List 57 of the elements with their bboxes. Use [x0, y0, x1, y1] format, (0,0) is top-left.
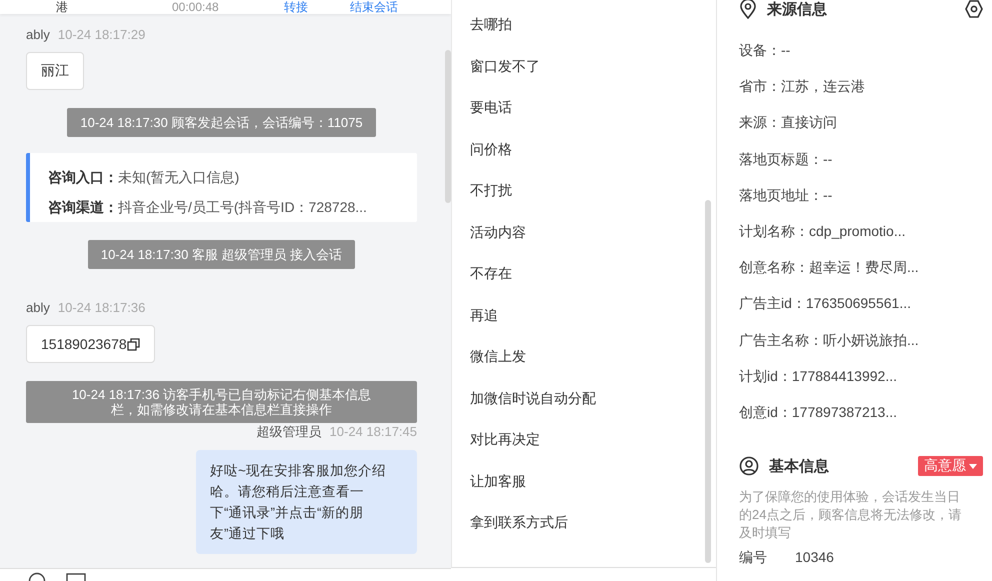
settings-icon[interactable]: [964, 0, 984, 19]
sender-name: 超级管理员: [256, 424, 322, 439]
copy-icon: [126, 338, 140, 350]
quick-reply-item[interactable]: 问价格: [452, 128, 716, 170]
user-icon: [739, 456, 759, 476]
info-field: 广告主名称：听小妍说旅拍...: [739, 322, 970, 358]
entry-label: 咨询渠道：: [48, 199, 118, 215]
system-message: 10-24 18:17:30 顾客发起会话，会话编号：11075: [67, 108, 376, 137]
field-value: 10346: [795, 548, 834, 566]
entry-value: 抖音企业号/员工号(抖音号ID：728728...: [118, 199, 367, 215]
section-title: 基本信息: [769, 456, 830, 476]
quick-reply-item[interactable]: 让加客服: [452, 460, 716, 502]
field-label: 编号: [739, 548, 767, 566]
message-time: 10-24 18:17:29: [58, 27, 146, 42]
quick-reply-item[interactable]: 去哪拍: [452, 4, 716, 46]
call-duration: 00:00:48: [172, 0, 220, 14]
quick-reply-item[interactable]: 拿到联系方式后: [452, 502, 716, 544]
info-field: 落地页地址：--: [739, 176, 970, 213]
quick-reply-item[interactable]: 要电话: [452, 87, 716, 128]
info-field: 计划名称：cdp_promotio...: [739, 212, 970, 250]
scrollbar[interactable]: [705, 200, 711, 563]
info-field: 创意id：177897387213...: [739, 394, 970, 430]
message-bubble: 丽江: [26, 52, 84, 90]
info-field: 计划id：177884413992...: [739, 358, 970, 394]
quick-reply-item[interactable]: 加微信时说自动分配: [452, 378, 716, 419]
quick-reply-item[interactable]: 不打扰: [452, 170, 716, 212]
notice-text: 为了保障您的使用体验，会话发生当日的24点之后，顾客信息将无法修改，请及时填写: [739, 488, 962, 542]
info-field: 落地页标题：--: [739, 140, 970, 177]
system-message: 10-24 18:17:36 访客手机号已自动标记右侧基本信息栏，如需修改请在基本信息栏直接操作: [26, 381, 417, 423]
intent-dropdown[interactable]: 高意愿: [918, 456, 983, 476]
scrollbar[interactable]: [445, 50, 451, 203]
quick-reply-item[interactable]: 不存在: [452, 253, 716, 294]
location-pin-icon: [739, 0, 757, 19]
sender-name: ably: [26, 300, 50, 315]
entry-label: 咨询入口：: [48, 169, 118, 185]
section-title: 来源信息: [767, 0, 828, 18]
message-bubble: 15189023678: [26, 325, 155, 363]
info-field: 广告主id：176350695561...: [739, 285, 970, 322]
info-field: 设备：--: [739, 32, 970, 68]
caret-icon: [969, 464, 977, 469]
quick-reply-item[interactable]: 活动内容: [452, 212, 716, 253]
message-bubble: 好哒~现在安排客服加您介绍哈。请您稍后注意查看一下“通讯录”并点击“新的朋友”通过下哦: [196, 450, 417, 554]
quick-reply-item[interactable]: 窗口发不了: [452, 46, 716, 87]
info-field: 来源：直接访问: [739, 104, 970, 141]
quick-reply-item[interactable]: 微信上发: [452, 336, 716, 378]
quick-reply-item[interactable]: 再追: [452, 294, 716, 336]
action-link[interactable]: 结束会话: [350, 0, 398, 14]
message-time: 10-24 18:17:45: [330, 424, 417, 439]
system-message: 10-24 18:17:30 客服 超级管理员 接入会话: [88, 240, 356, 269]
action-link[interactable]: 转接: [284, 0, 308, 14]
info-field: 省市：江苏，连云港: [739, 68, 970, 104]
quick-reply-item[interactable]: 对比再决定: [452, 419, 716, 460]
message-time: 10-24 18:17:36: [58, 300, 146, 315]
info-field: 创意名称：超幸运！费尽周...: [739, 249, 970, 286]
sender-name: ably: [26, 27, 50, 42]
location-text: 港: [56, 0, 69, 14]
entry-value: 未知(暂无入口信息): [118, 169, 240, 185]
